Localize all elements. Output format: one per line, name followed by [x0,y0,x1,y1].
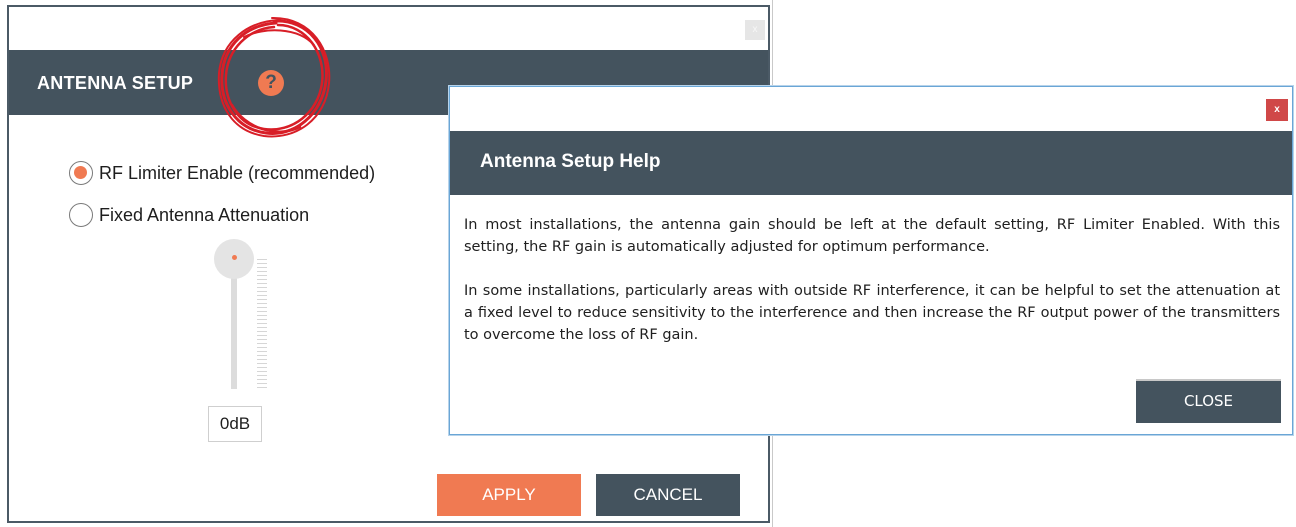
dialog-title: ANTENNA SETUP [37,73,194,93]
main-close-button[interactable]: x [745,20,765,40]
radio-fixed-attenuation-button[interactable] [69,203,93,227]
help-icon[interactable]: ? [258,70,284,96]
help-title: Antenna Setup Help [480,151,661,172]
radio-rf-limiter-label: RF Limiter Enable (recommended) [99,162,376,183]
help-header: Antenna Setup Help [450,131,1292,195]
radio-fixed-attenuation[interactable]: Fixed Antenna Attenuation [69,203,309,227]
help-close-x-button[interactable]: x [1266,99,1288,121]
help-paragraph: In most installations, the antenna gain … [464,217,1280,255]
attenuation-value: 0dB [208,406,262,442]
close-button[interactable]: CLOSE [1136,379,1281,423]
radio-rf-limiter[interactable]: RF Limiter Enable (recommended) [69,161,375,185]
radio-rf-limiter-button[interactable] [69,161,93,185]
cancel-button[interactable]: CANCEL [596,474,740,516]
help-dialog: x Antenna Setup Help In most installatio… [449,86,1293,435]
radio-fixed-attenuation-label: Fixed Antenna Attenuation [99,204,310,225]
attenuation-slider-knob[interactable] [214,239,254,279]
help-body: In most installations, the antenna gain … [464,214,1280,368]
apply-button[interactable]: APPLY [437,474,581,516]
slider-ticks [257,259,267,389]
help-paragraph: In some installations, particularly area… [464,283,1280,343]
